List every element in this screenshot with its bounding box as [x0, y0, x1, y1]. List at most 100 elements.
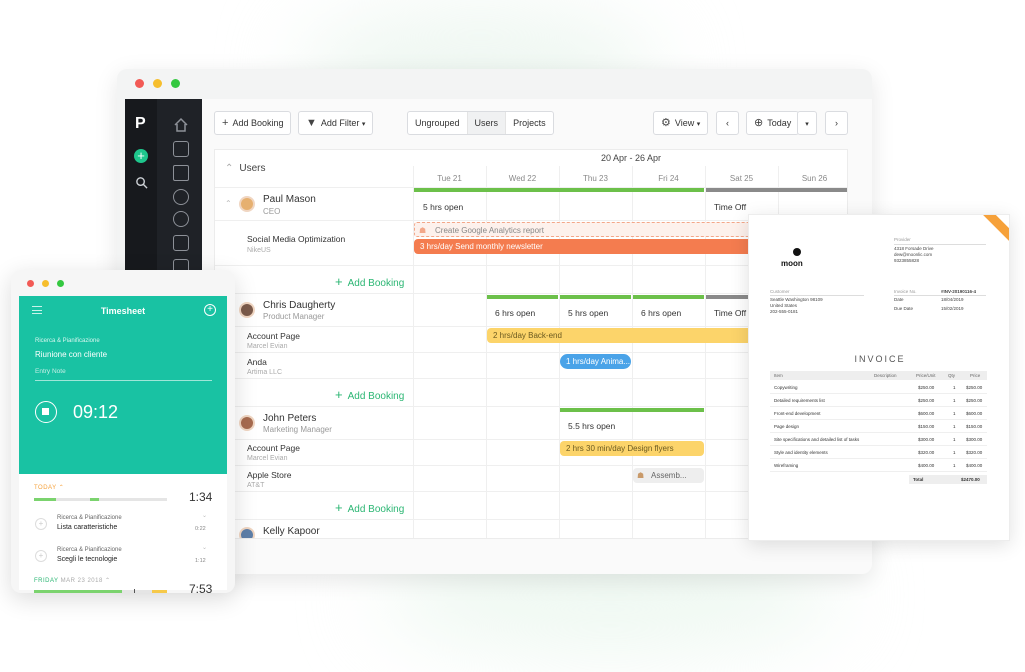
add-booking-button[interactable]: + Add Booking [214, 111, 292, 135]
view-dropdown[interactable]: ⚙ View ▾ [653, 111, 709, 135]
close-window-button[interactable] [135, 79, 144, 88]
previous-week-button[interactable]: ‹ [716, 111, 739, 135]
divider [770, 295, 864, 296]
booking-bar[interactable]: ☗ Assemb... [633, 468, 704, 483]
item-price: $600.00 [966, 411, 983, 416]
item-name: Copywriting [774, 385, 798, 390]
home-icon[interactable] [173, 117, 189, 133]
booking-bar[interactable]: 2 hrs 30 min/day Design flyers [560, 441, 704, 456]
task-name[interactable]: Account Page [247, 331, 300, 341]
users-group-header[interactable]: ⌃ Users [225, 163, 266, 174]
provider-label: Provider [894, 237, 911, 242]
invoice-title: INVOICE [854, 354, 906, 364]
next-week-button[interactable]: › [825, 111, 848, 135]
item-price: $250.00 [966, 385, 983, 390]
person-name[interactable]: Kelly Kapoor [263, 526, 320, 537]
minimize-window-button[interactable] [153, 79, 162, 88]
today-label[interactable]: TODAY ⌃ [34, 484, 64, 491]
tab-ungrouped[interactable]: Ungrouped [408, 112, 468, 134]
total-label: Total [913, 477, 924, 482]
chevron-up-icon: ⌃ [225, 163, 234, 174]
minimize-window-button[interactable] [42, 280, 49, 287]
item-name: Wireframing [774, 463, 799, 468]
start-entry-button[interactable]: + [35, 518, 47, 530]
add-booking-link[interactable]: + Add Booking [335, 274, 404, 289]
search-icon[interactable] [135, 176, 148, 189]
caret-down-icon: ▾ [805, 121, 809, 128]
item-unit-price: $250.00 [918, 385, 935, 390]
invoice-row: Front-end development $600.00 1 $600.00 [770, 407, 987, 420]
folder-icon[interactable] [173, 165, 189, 181]
friday-label[interactable]: FRIDAY MAR 23 2018 ⌃ [34, 577, 111, 584]
provider-line: 9323855828 [894, 258, 920, 263]
item-qty: 1 [953, 398, 956, 403]
entry-task[interactable]: Lista caratteristiche [57, 524, 117, 531]
task-name[interactable]: Social Media Optimization [247, 234, 345, 244]
booking-bar[interactable]: 1 hrs/day Anima... [560, 354, 631, 369]
add-booking-link[interactable]: + Add Booking [335, 500, 404, 515]
avatar [239, 415, 255, 431]
person-name[interactable]: John Peters [263, 413, 316, 424]
item-unit-price: $150.00 [918, 424, 935, 429]
today-dropdown-button[interactable]: ▾ [797, 111, 817, 135]
item-qty: 1 [953, 463, 956, 468]
user-icon[interactable] [173, 189, 189, 205]
item-price: $250.00 [966, 398, 983, 403]
add-booking-link[interactable]: + Add Booking [335, 387, 404, 402]
day-header: Wed 22 [508, 174, 537, 183]
close-window-button[interactable] [27, 280, 34, 287]
window-controls [135, 79, 180, 88]
task-name[interactable]: Apple Store [247, 470, 291, 480]
caret-down-icon: ▾ [696, 121, 701, 128]
progress-segment [152, 590, 167, 593]
app-logo-icon[interactable]: P [135, 116, 148, 132]
today-button[interactable]: ⊕ Today [746, 111, 800, 135]
person-name[interactable]: Paul Mason [263, 194, 316, 205]
chevron-up-icon[interactable]: ⌃ [225, 199, 232, 208]
invoice-row: Wireframing $400.00 1 $400.00 [770, 459, 987, 472]
buildings-icon[interactable] [173, 141, 189, 157]
tab-users[interactable]: Users [467, 112, 507, 134]
timesheet-window: Timesheet + Ricerca & Pianificazione Riu… [11, 270, 235, 593]
item-unit-price: $320.00 [918, 450, 935, 455]
task-name[interactable]: Account Page [247, 443, 300, 453]
plus-icon: + [335, 500, 343, 515]
item-qty: 1 [953, 411, 956, 416]
total-amount: $2470.00 [961, 477, 980, 482]
report-icon[interactable] [173, 235, 189, 251]
customer-line: 202-555-0181 [770, 309, 799, 314]
chevron-down-icon[interactable]: ⌄ [202, 512, 207, 519]
maximize-window-button[interactable] [57, 280, 64, 287]
current-task[interactable]: Riunione con cliente [35, 350, 107, 359]
invoice-total-row: Total $2470.00 [909, 475, 987, 484]
dollar-icon[interactable] [173, 211, 189, 227]
entry-task[interactable]: Scegli le tecnologie [57, 556, 117, 563]
maximize-window-button[interactable] [171, 79, 180, 88]
start-entry-button[interactable]: + [35, 550, 47, 562]
person-name[interactable]: Chris Daugherty [263, 300, 335, 311]
entry-note-input[interactable]: Entry Note [35, 368, 66, 375]
task-name[interactable]: Anda [247, 357, 267, 367]
availability-label: 5.5 hrs open [568, 421, 616, 431]
item-price: $150.00 [966, 424, 983, 429]
person-role: Marketing Manager [263, 425, 332, 434]
divider [894, 244, 986, 245]
task-client: NikeUS [247, 247, 271, 254]
stop-timer-button[interactable] [35, 401, 57, 423]
add-filter-button[interactable]: ▼ Add Filter ▾ [298, 111, 374, 135]
today-progress-bar [34, 498, 167, 501]
running-timer: 09:12 [73, 402, 119, 422]
create-plus-icon[interactable]: + [134, 149, 148, 163]
task-client: Marcel Evian [247, 343, 288, 350]
capacity-bar [487, 295, 558, 299]
item-qty: 1 [953, 437, 956, 442]
capacity-bar [633, 295, 704, 299]
current-project[interactable]: Ricerca & Pianificazione [35, 338, 100, 344]
add-entry-icon[interactable]: + [204, 304, 216, 316]
chevron-down-icon[interactable]: ⌄ [202, 544, 207, 551]
item-qty: 1 [953, 424, 956, 429]
tab-projects[interactable]: Projects [506, 112, 553, 134]
time-off-label: Time Off [714, 202, 747, 212]
day-header: Tue 21 [437, 174, 462, 183]
item-name: Style and identity elements [774, 450, 828, 455]
